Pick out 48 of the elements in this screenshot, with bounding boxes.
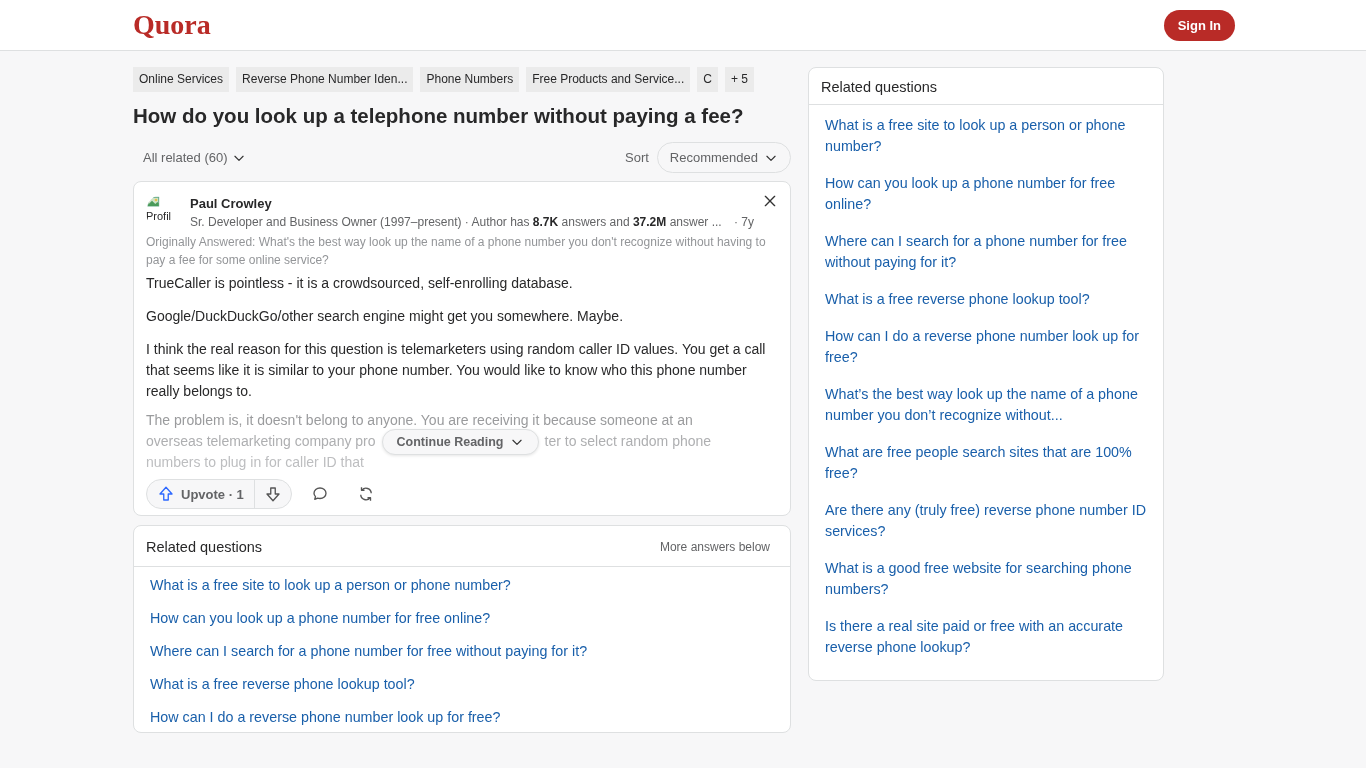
related-question-link[interactable]: Where can I search for a phone number for free without paying for it? <box>809 229 1163 287</box>
related-question-link[interactable]: Is there a real site paid or free with an accurate reverse phone lookup? <box>809 614 1163 672</box>
topic-tag[interactable]: + 5 <box>724 67 754 92</box>
answer-paragraph: I think the real reason for this question is telemarketers using random caller ID values. You get a call that seems like it is similar to your phone number. You would like to know who this phone number really belongs to. <box>146 340 767 401</box>
related-question-link[interactable]: What is a free site to look up a person or phone number? <box>809 113 1163 171</box>
avatar-alt-text: Profil <box>146 210 173 222</box>
related-question-link[interactable]: What is a free site to look up a person or phone number? <box>134 567 790 600</box>
related-question-link[interactable]: What is a good free website for searching phone numbers? <box>809 556 1163 614</box>
upvote-arrow-icon <box>157 485 175 503</box>
author-name[interactable]: Paul Crowley <box>190 196 272 211</box>
related-question-link[interactable]: How can you look up a phone number for free online? <box>809 171 1163 229</box>
related-question-link[interactable]: Are there any (truly free) reverse phone number ID services? <box>809 498 1163 556</box>
upvote-button[interactable]: Upvote · 1 <box>147 480 255 508</box>
speech-bubble-icon <box>310 485 329 503</box>
sort-label: Sort <box>625 150 649 165</box>
topic-tag[interactable]: Online Services <box>133 67 230 92</box>
related-question-link[interactable]: What is a free reverse phone lookup tool? <box>134 666 790 699</box>
continue-reading-button[interactable]: Continue Reading <box>381 428 539 455</box>
section-title: Related questions <box>809 68 1163 105</box>
topic-tag[interactable]: Free Products and Service... <box>526 67 691 92</box>
faded-answer-text: The problem is, it doesn't belong to anyone. You are receiving it because someone at an <box>146 411 693 430</box>
topic-tag[interactable]: Reverse Phone Number Iden... <box>236 67 414 92</box>
section-title: Related questions <box>146 539 263 555</box>
originally-answered-text: Originally Answered: What's the best way look up the name of a phone number you don't recognize without having to pay a fee for some online service? <box>145 234 767 269</box>
related-question-link[interactable]: What are free people search sites that are 100% free? <box>809 440 1163 498</box>
related-question-link[interactable]: How can you look up a phone number for free online? <box>134 600 790 633</box>
related-question-link[interactable]: Where can I search for a phone number for free without paying for it? <box>134 633 790 666</box>
logo[interactable]: Quora <box>133 9 211 41</box>
related-question-link[interactable]: How can I do a reverse phone number look up for free? <box>134 699 790 732</box>
related-question-link[interactable]: What’s the best way look up the name of a phone number you don’t recognize without... <box>809 382 1163 440</box>
sort-dropdown[interactable]: Recommended <box>656 142 791 173</box>
related-question-link[interactable]: What is a free reverse phone lookup tool? <box>809 287 1163 324</box>
answer-paragraph: Google/DuckDuckGo/other search engine might get you somewhere. Maybe. <box>146 307 625 326</box>
downvote-arrow-icon <box>263 485 282 503</box>
related-question-link[interactable]: How can I do a reverse phone number look up for free? <box>809 324 1163 382</box>
sign-in-button[interactable]: Sign In <box>1163 9 1235 41</box>
answer-paragraph: TrueCaller is pointless - it is a crowdsourced, self-enrolling database. <box>146 274 574 293</box>
faded-answer-text: ter to select random phone <box>544 432 712 451</box>
faded-answer-text: overseas telemarketing company pro <box>146 432 376 451</box>
topic-tag[interactable]: Phone Numbers <box>420 67 520 92</box>
faded-answer-text: numbers to plug in for caller ID that <box>146 453 364 472</box>
all-related-dropdown[interactable]: All related (60) <box>133 146 256 169</box>
more-answers-note: More answers below <box>659 540 770 554</box>
author-credential: Sr. Developer and Business Owner (1997–present) · Author has 8.7K answers and 37.2M answer ... <box>190 215 722 229</box>
close-icon <box>762 193 778 209</box>
question-title: How do you look up a telephone number without paying a fee? <box>133 104 745 128</box>
answer-age: · 7y <box>734 215 754 229</box>
topic-tag[interactable]: C <box>697 67 718 92</box>
